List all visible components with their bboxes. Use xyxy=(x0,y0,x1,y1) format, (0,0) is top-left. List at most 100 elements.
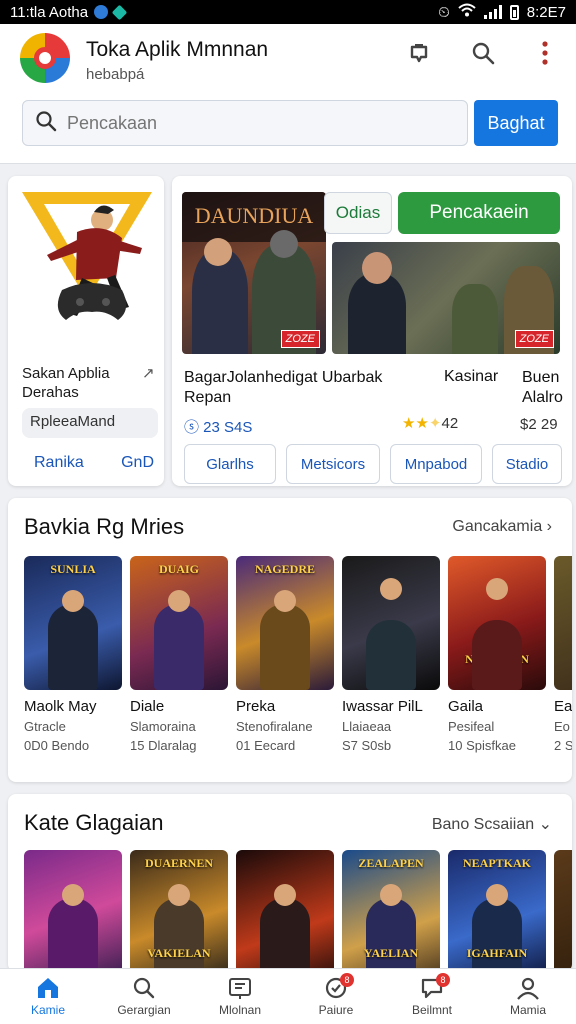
install-button[interactable]: Pencakaein xyxy=(398,192,560,234)
search-icon[interactable] xyxy=(468,38,498,68)
game-tile-sub2: S7 S0sb xyxy=(342,738,392,753)
category-tile-art: ZEALAPEN YAELIAN xyxy=(342,850,440,972)
featured-rating: ★★✦42 xyxy=(402,414,458,432)
nav-label: Mamia xyxy=(509,1003,546,1017)
game-tile-sub: Pesifeal xyxy=(448,719,495,734)
search-button[interactable]: Baghat xyxy=(474,100,558,146)
signal-icon xyxy=(483,5,502,19)
chip-glarlhs[interactable]: Glarlhs xyxy=(184,444,276,484)
featured-app-card[interactable]: Sakan Apblia Derahas ↗ RpleeaMand Ranika… xyxy=(8,176,164,486)
app-title: Toka Aplik Mmnnan xyxy=(86,38,269,61)
featured-app-chip[interactable]: RpleeaMand xyxy=(22,408,158,438)
bottom-navigation: Kamie Gerargian Mlolnan 8 Paiure 8 Beilm… xyxy=(0,968,576,1024)
category-tile-caption: IGAHFAIN xyxy=(466,946,528,960)
featured-link-left[interactable]: Ranika xyxy=(34,454,84,472)
nav-label: Gerargian xyxy=(117,1003,171,1017)
game-tile-art: SUNLIA xyxy=(24,556,122,690)
details-button[interactable]: Odias xyxy=(324,192,392,234)
category-tile[interactable]: DUAERNEN VAKIELAN xyxy=(130,850,228,972)
share-arrow-icon[interactable]: ↗ xyxy=(142,364,155,382)
category-tile-art xyxy=(24,850,122,972)
game-tile-sub2: 15 Dlaralag xyxy=(130,738,197,753)
search-field-icon xyxy=(35,110,57,137)
alarm-icon: ⏲ xyxy=(438,3,450,21)
featured-price-value: 23 S4S xyxy=(203,419,253,436)
games-section: Bavkia Rg Mries Gancakamia › SUNLIA Maol… xyxy=(8,498,572,782)
game-tile-art: NAVIDEON xyxy=(448,556,546,690)
nav-offers[interactable]: 8 Paiure xyxy=(288,969,384,1024)
featured-link-right[interactable]: GnD xyxy=(121,454,154,472)
app-header: Toka Aplik Mmnnan hebabpá Baghat xyxy=(0,24,576,164)
game-tile-art: PULSAN xyxy=(342,556,440,690)
nav-library[interactable]: Mlolnan xyxy=(192,969,288,1024)
game-tile-art-label: SUNLIA xyxy=(50,562,96,576)
category-tile[interactable]: NEAPTKAK IGAHFAIN xyxy=(448,850,546,972)
wifi-icon xyxy=(458,3,476,21)
category-tile-art-label: NEAPTKAK xyxy=(462,856,531,870)
featured-banner-card: DAUNDIUA ZOZE Odias Pencakaein ZOZE Baga… xyxy=(172,176,572,486)
banner-caption: DAUNDIUA xyxy=(182,192,326,242)
category-tile[interactable]: ZEALAPEN YAELIAN xyxy=(342,850,440,972)
notifications-icon[interactable] xyxy=(404,38,434,68)
game-tile[interactable]: NAVIDEON Gaila Pesifeal 10 Spisfkae xyxy=(448,556,546,753)
search-input[interactable] xyxy=(67,112,447,134)
nav-search[interactable]: Gerargian xyxy=(96,969,192,1024)
featured-description: BagarJolanhedigat Ubarbak Repan xyxy=(184,369,383,406)
game-tile-art-label: DUAIG xyxy=(158,562,199,576)
chevron-right-icon: › xyxy=(546,518,552,535)
category-tile[interactable] xyxy=(24,850,122,972)
game-tile-name: Gaila xyxy=(448,698,484,715)
category-tile-art xyxy=(236,850,334,972)
category-tile[interactable] xyxy=(236,850,334,972)
category-chips: Glarlhs Metsicors Mnpabod Stadio xyxy=(184,444,562,484)
category-tile-art-label: DUAERNEN xyxy=(144,856,213,870)
game-tile-sub2: 2 S xyxy=(554,738,572,753)
game-tile-art xyxy=(554,556,572,690)
game-tile-sub2: 01 Eecard xyxy=(236,738,296,753)
game-tile[interactable]: NAGEDRE Preka Stenofiralane 01 Eecard xyxy=(236,556,334,753)
game-tile-name: Maolk May xyxy=(24,698,97,715)
featured-banner-image[interactable]: DAUNDIUA ZOZE xyxy=(182,192,326,354)
section-link-label: Gancakamia xyxy=(452,518,543,535)
chip-mnpabod[interactable]: Mnpabod xyxy=(390,444,482,484)
rating-value: 42 xyxy=(441,415,459,432)
chevron-down-icon: ⌄ xyxy=(538,816,552,833)
nav-chat[interactable]: 8 Beilmnt xyxy=(384,969,480,1024)
star-icon: ★★ xyxy=(402,415,429,432)
game-tile-sub: Gtracle xyxy=(24,719,66,734)
game-tile-name: Ear xyxy=(554,698,572,715)
game-tile[interactable]: DUAIG Diale Slamoraina 15 Dlaralag xyxy=(130,556,228,753)
notification-badge: 8 xyxy=(436,973,450,987)
nav-home[interactable]: Kamie xyxy=(0,969,96,1024)
banner-badge: ZOZE xyxy=(280,330,320,348)
category-tile-art-label: ZEALAPEN xyxy=(358,856,424,870)
app-logo[interactable] xyxy=(20,33,70,83)
game-tile-name: Diale xyxy=(130,698,165,715)
game-tile-art-label: NAGEDRE xyxy=(254,562,315,576)
search-bar[interactable] xyxy=(22,100,468,146)
game-tile[interactable]: PULSAN Iwassar PilL Llaiaeaa S7 S0sb xyxy=(342,556,440,753)
game-tile-sub2: 10 Spisfkae xyxy=(448,738,516,753)
category-tile-caption: VAKIELAN xyxy=(147,946,211,960)
game-tile-name: Iwassar PilL xyxy=(342,698,423,715)
section-dropdown-link[interactable]: Bano Scsaiian ⌄ xyxy=(432,814,552,834)
more-options-icon[interactable] xyxy=(530,38,560,68)
notification-icon xyxy=(94,5,109,19)
game-tile[interactable]: Ear Eo 2 S xyxy=(554,556,572,753)
section-see-all-link[interactable]: Gancakamia › xyxy=(452,518,552,536)
chip-metsicors[interactable]: Metsicors xyxy=(286,444,380,484)
nav-label: Beilmnt xyxy=(411,1003,452,1017)
game-tile-name: Preka xyxy=(236,698,276,715)
chip-stadio[interactable]: Stadio xyxy=(492,444,562,484)
category-tile[interactable] xyxy=(554,850,572,972)
status-time-right: 8:2E7 xyxy=(526,3,566,21)
game-tile-sub: Slamoraina xyxy=(130,719,196,734)
status-time-left: 11:tla Aotha xyxy=(10,3,89,21)
game-tile[interactable]: SUNLIA Maolk May Gtracle 0D0 Bendo xyxy=(24,556,122,753)
section-title: Kate Glagaian xyxy=(24,810,164,835)
featured-banner-image-2[interactable]: ZOZE xyxy=(332,242,560,354)
game-tile-sub: Stenofiralane xyxy=(236,719,313,734)
featured-app-art xyxy=(22,190,152,340)
nav-profile[interactable]: Mamia xyxy=(480,969,576,1024)
game-tile-art: DUAIG xyxy=(130,556,228,690)
